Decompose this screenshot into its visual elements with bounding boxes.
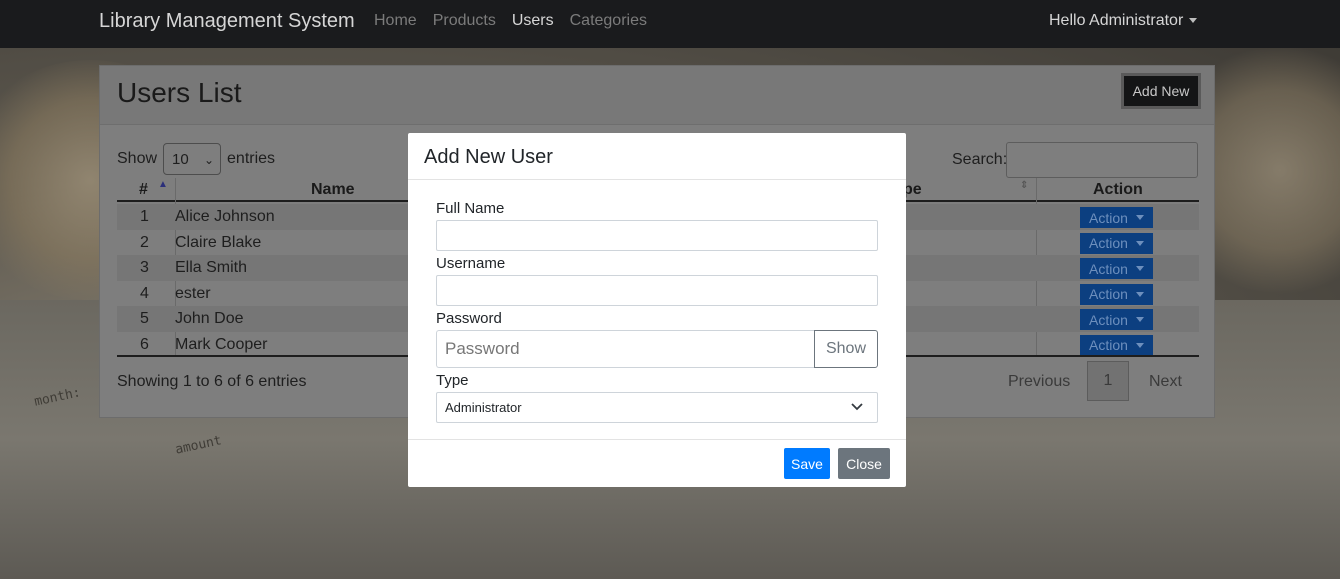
save-button[interactable]: Save — [784, 448, 830, 479]
chevron-down-icon — [851, 403, 863, 411]
password-placeholder: Password — [445, 339, 520, 358]
show-password-button[interactable]: Show — [814, 330, 878, 368]
password-input[interactable]: Password — [436, 330, 815, 368]
password-label: Password — [436, 310, 502, 327]
close-button[interactable]: Close — [838, 448, 890, 479]
modal-title: Add New User — [424, 146, 553, 168]
full-name-label: Full Name — [436, 200, 505, 217]
type-select[interactable]: Administrator — [436, 392, 878, 423]
username-input[interactable] — [436, 275, 878, 306]
type-selected-value: Administrator — [445, 400, 522, 415]
modal-footer: Save Close — [408, 439, 906, 487]
type-label: Type — [436, 372, 469, 389]
username-label: Username — [436, 255, 506, 272]
full-name-input[interactable] — [436, 220, 878, 251]
modal-header: Add New User — [408, 133, 906, 180]
add-user-modal: Add New User Full Name Username Password… — [408, 133, 906, 487]
